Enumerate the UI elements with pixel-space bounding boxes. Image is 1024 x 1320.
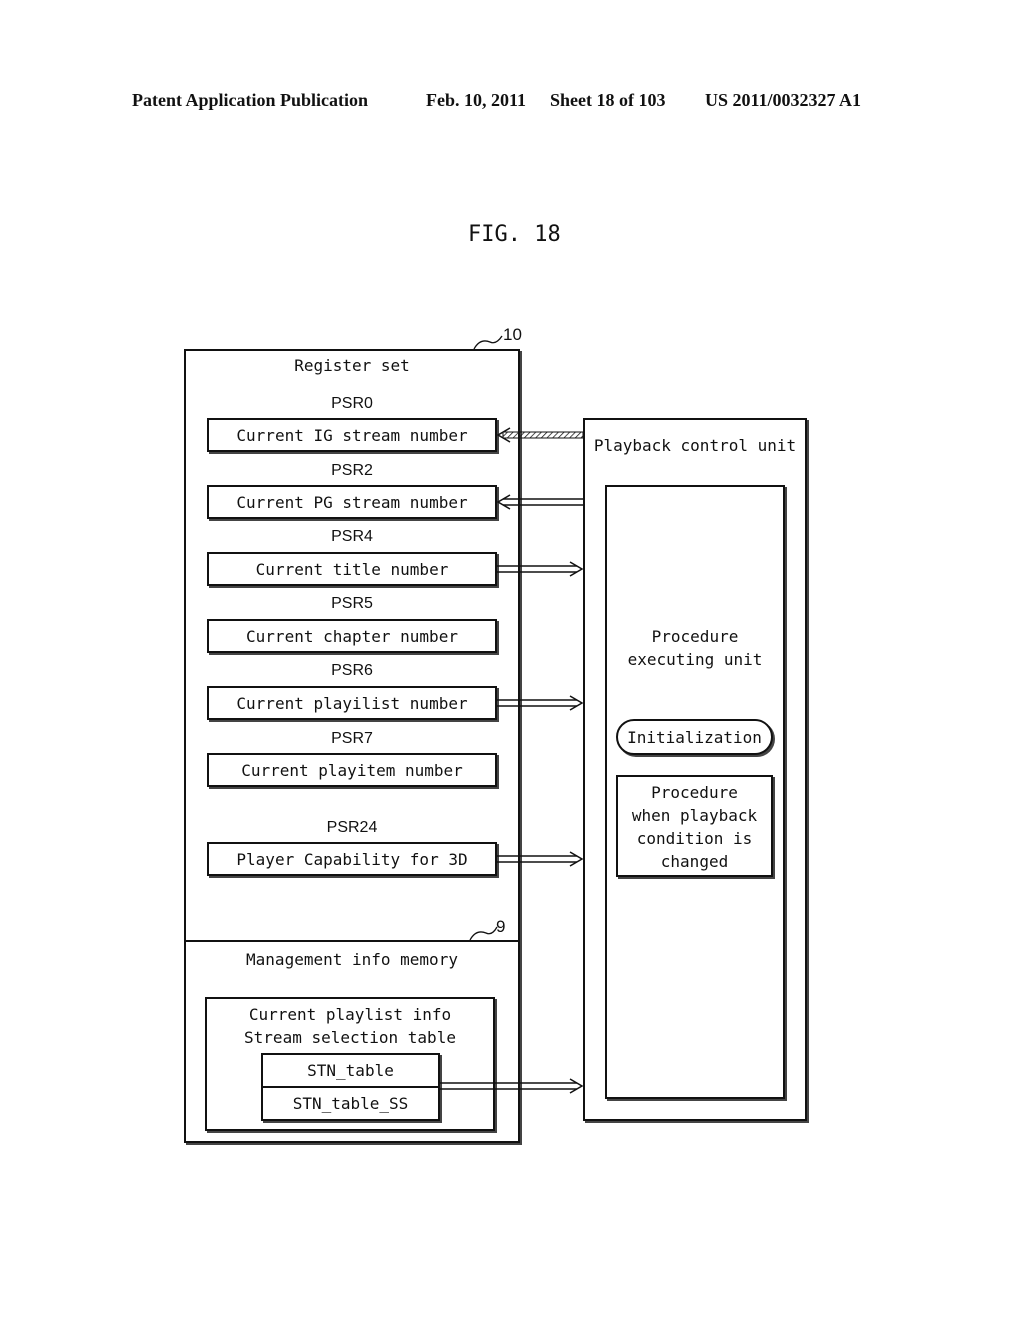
arrow-psr6-out <box>497 695 584 711</box>
arrow-psr24-out <box>497 851 584 867</box>
connector-layer <box>440 335 584 1094</box>
arrow-psr0-in <box>496 427 584 443</box>
leader-line-9 <box>469 926 498 941</box>
leader-line-10 <box>473 335 503 350</box>
arrow-stn-table-out <box>440 1078 584 1094</box>
arrow-psr4-out <box>497 561 584 577</box>
arrow-psr2-in <box>496 494 583 510</box>
